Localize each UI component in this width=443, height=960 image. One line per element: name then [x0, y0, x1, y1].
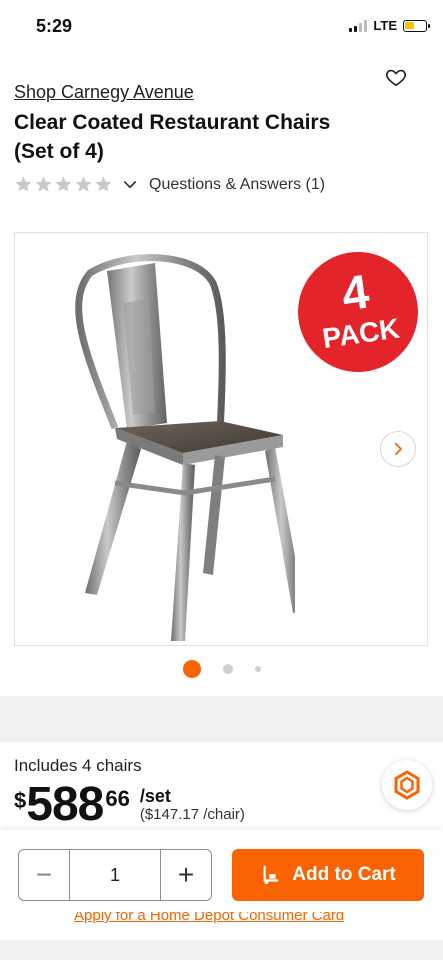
chevron-down-icon[interactable]	[121, 176, 139, 194]
next-image-button[interactable]	[380, 431, 416, 467]
plus-icon: +	[177, 859, 195, 890]
signal-icon	[349, 19, 368, 32]
battery-level	[405, 21, 414, 29]
star-icon	[75, 176, 92, 192]
quantity-stepper: − 1 +	[18, 849, 212, 901]
star-icon	[15, 176, 32, 192]
price-dollars: 588	[26, 778, 104, 831]
carousel-dot[interactable]	[222, 664, 233, 674]
price-cents: 66	[105, 786, 130, 811]
price-currency: $	[14, 788, 27, 813]
carousel-dots	[0, 660, 443, 678]
add-to-cart-button[interactable]: Add to Cart	[232, 849, 424, 901]
chevron-right-icon	[394, 442, 402, 456]
home-indicator-area	[0, 940, 443, 960]
minus-icon: −	[35, 859, 53, 890]
star-icon	[55, 176, 72, 192]
carousel-dot-active[interactable]	[182, 660, 201, 678]
carousel-dot[interactable]	[254, 666, 261, 672]
quantity-input[interactable]: 1	[69, 850, 161, 900]
questions-answers-link[interactable]: Questions & Answers (1)	[149, 176, 325, 194]
product-image	[75, 254, 295, 641]
heart-outline-icon[interactable]	[385, 66, 407, 88]
status-bar: 5:29 LTE	[0, 0, 443, 54]
increment-button[interactable]: +	[161, 850, 211, 900]
star-icon	[35, 176, 52, 192]
star-icon	[95, 176, 112, 192]
product-title: Clear Coated Restaurant Chairs (Set of 4…	[14, 111, 331, 163]
price: $ 588 66 /set ($147.17 /chair)	[14, 780, 245, 830]
dolly-cart-icon	[263, 865, 279, 885]
hexagon-badge-button[interactable]	[382, 760, 432, 810]
battery-icon	[403, 19, 430, 32]
status-indicators: LTE	[349, 18, 430, 33]
four-pack-badge: 4 PACK	[298, 252, 418, 372]
product-image-carousel[interactable]: 4 PACK	[14, 232, 428, 646]
rating-row: Questions & Answers (1)	[14, 175, 325, 194]
price-per-chair: ($147.17 /chair)	[139, 806, 245, 823]
brand-link[interactable]: Shop Carnegy Avenue	[14, 82, 194, 103]
price-unit: /set	[139, 786, 171, 806]
consumer-card-link[interactable]: Apply for a Home Depot Consumer Card	[74, 912, 374, 926]
network-label: LTE	[373, 18, 397, 33]
add-to-cart-label: Add to Cart	[292, 864, 396, 885]
decrement-button[interactable]: −	[19, 850, 69, 900]
includes-text: Includes 4 chairs	[14, 756, 142, 775]
section-divider	[0, 696, 443, 742]
add-to-cart-bar: − 1 + Add to Cart Apply for a Home Depot…	[0, 830, 443, 940]
price-unit-block: /set ($147.17 /chair)	[140, 786, 245, 824]
status-time: 5:29	[36, 16, 73, 36]
rating-stars[interactable]	[14, 175, 113, 194]
hexagon-badge-icon	[394, 770, 420, 800]
